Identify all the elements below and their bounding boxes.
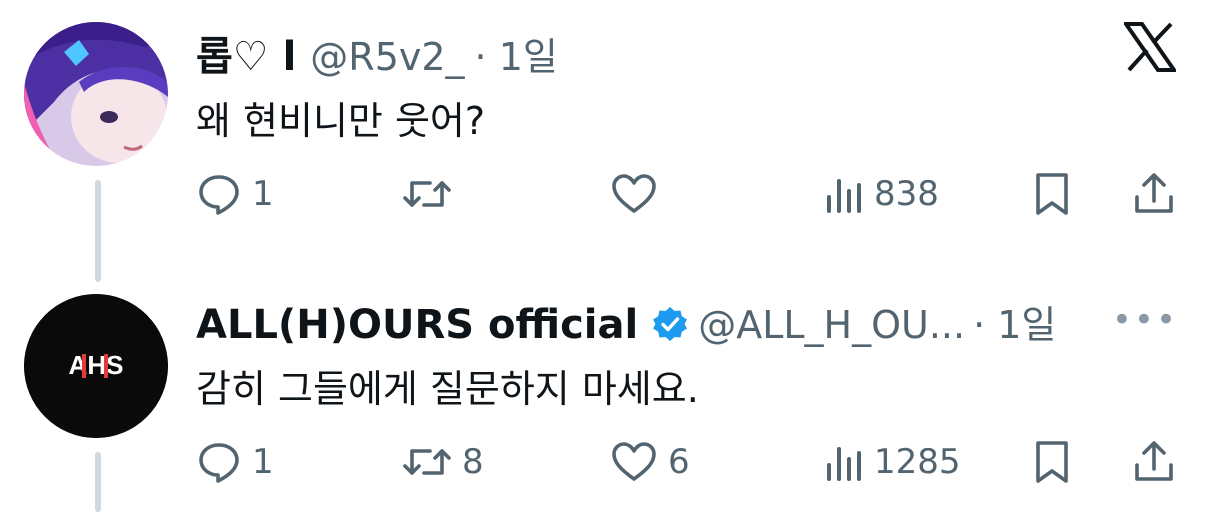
display-name[interactable]: 롭♡ l	[196, 24, 296, 82]
avatar-logo-text: AHS	[69, 350, 124, 380]
like-button[interactable]: 6	[610, 432, 690, 492]
tweet-header: 롭♡ l @R5v2_ · 1일	[196, 24, 558, 82]
tweet-text: 왜 현비니만 웃어?	[196, 99, 486, 143]
views-count: 838	[874, 174, 939, 214]
retweet-button[interactable]: 8	[402, 432, 484, 492]
like-count: 6	[668, 442, 690, 482]
reply-count: 1	[252, 174, 274, 214]
tweet-actions: 1 8 6 1285	[196, 432, 1176, 492]
tweet-text: 감히 그들에게 질문하지 마세요.	[196, 367, 699, 411]
reply-button[interactable]: 1	[196, 164, 274, 224]
like-icon	[612, 174, 656, 213]
bookmark-icon	[1036, 441, 1068, 483]
views-icon	[827, 179, 861, 213]
reply-button[interactable]: 1	[196, 432, 274, 492]
share-icon	[1135, 173, 1173, 213]
x-logo-icon[interactable]	[1122, 22, 1178, 76]
bookmark-button[interactable]	[1032, 164, 1072, 224]
timestamp[interactable]: · 1일	[973, 294, 1056, 349]
retweet-count: 8	[462, 442, 484, 482]
timestamp[interactable]: · 1일	[475, 26, 558, 81]
views-count: 1285	[874, 442, 961, 482]
tweet-header: ALL(H)OURS official @ALL_H_OU... · 1일	[196, 294, 1056, 349]
reply-icon	[199, 443, 239, 483]
share-button[interactable]	[1132, 164, 1176, 224]
bookmark-button[interactable]	[1032, 432, 1072, 492]
verified-badge-icon	[652, 306, 688, 342]
thread-line-top	[95, 180, 101, 282]
thread-line-bottom	[95, 452, 101, 512]
user-handle[interactable]: @ALL_H_OU...	[698, 303, 965, 347]
bookmark-icon	[1036, 173, 1068, 215]
tweet-actions: 1 838	[196, 164, 1176, 224]
views-button[interactable]: 838	[824, 164, 939, 224]
avatar[interactable]	[24, 22, 168, 166]
views-button[interactable]: 1285	[824, 432, 961, 492]
display-name[interactable]: ALL(H)OURS official	[196, 302, 638, 348]
reply-icon	[199, 175, 239, 215]
more-icon[interactable]: •••	[1112, 300, 1178, 340]
retweet-icon	[403, 181, 451, 207]
user-handle[interactable]: @R5v2_	[310, 35, 464, 79]
retweet-icon	[403, 449, 451, 475]
avatar[interactable]: AHS	[24, 294, 168, 438]
share-icon	[1135, 441, 1173, 481]
like-button[interactable]	[610, 164, 658, 224]
retweet-button[interactable]	[402, 164, 452, 224]
share-button[interactable]	[1132, 432, 1176, 492]
reply-count: 1	[252, 442, 274, 482]
like-icon	[612, 442, 656, 481]
views-icon	[827, 447, 861, 481]
